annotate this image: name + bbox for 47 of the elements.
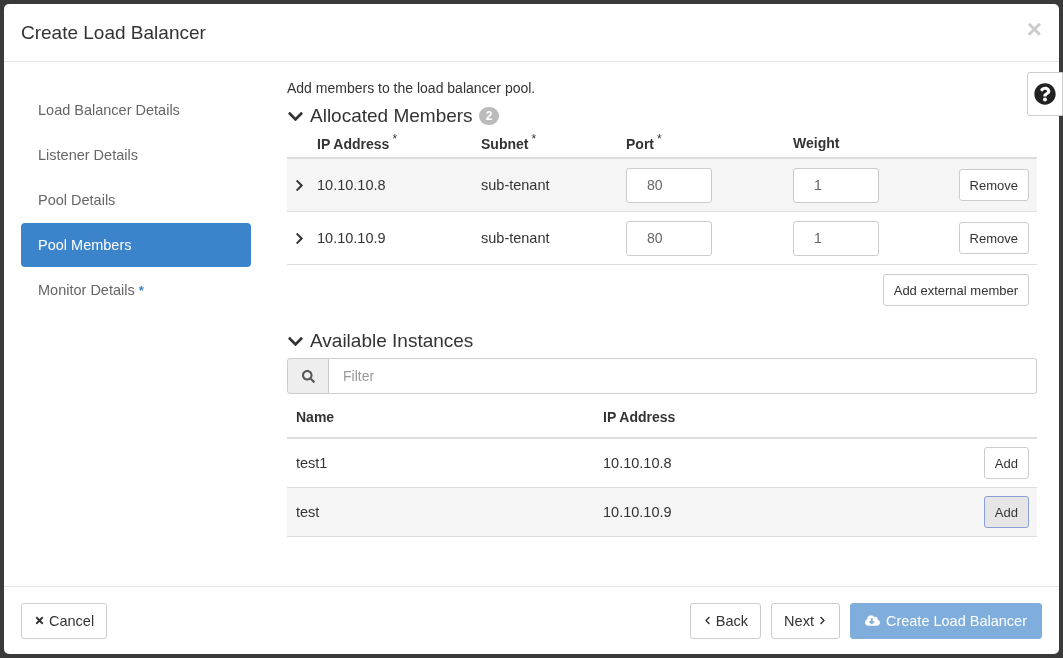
wizard-step[interactable]: Pool Members: [21, 223, 251, 267]
chevron-left-icon: [702, 616, 712, 625]
help-button[interactable]: [1027, 72, 1063, 116]
add-external-member-button[interactable]: Add external member: [882, 274, 1029, 306]
table-cell-text: 10.10.10.8: [603, 455, 673, 471]
required-mark: *: [138, 282, 144, 298]
wizard-step[interactable]: Pool Details: [21, 178, 251, 222]
table-cell-text: 10.10.10.9: [317, 230, 387, 246]
section-title: Available Instances: [310, 330, 474, 352]
chevron-right-icon: [817, 616, 827, 625]
close-icon: [34, 615, 45, 626]
add-button[interactable]: Add: [983, 447, 1029, 479]
table-cell-text: test: [296, 504, 321, 520]
port-field[interactable]: 80: [626, 167, 712, 203]
column-header: Subnet: [481, 136, 529, 153]
remove-button[interactable]: Remove: [958, 222, 1029, 254]
wizard-step[interactable]: Listener Details: [21, 133, 251, 177]
table-cell-text: test1: [296, 455, 329, 471]
weight-field[interactable]: 1: [793, 220, 879, 256]
column-header: Name: [296, 408, 336, 425]
weight-field[interactable]: 1: [793, 167, 879, 203]
help-icon: [1034, 83, 1056, 105]
port-field[interactable]: 80: [626, 220, 712, 256]
table-cell-text: 10.10.10.9: [603, 504, 673, 520]
back-button[interactable]: Back: [689, 602, 762, 639]
required-mark: *: [392, 132, 398, 147]
section-title: Allocated Members: [310, 105, 473, 127]
table-cell-text: sub-tenant: [481, 230, 551, 246]
search-icon: [287, 358, 329, 394]
column-header: Weight: [793, 135, 840, 151]
column-header: Port: [626, 136, 654, 153]
table-cell-text: sub-tenant: [481, 177, 551, 193]
dialog-title: Create Load Balancer: [21, 21, 206, 44]
required-mark: *: [657, 132, 662, 147]
intro-text: Add members to the load balancer pool.: [287, 80, 537, 96]
cloud-download-icon: [864, 613, 880, 628]
cancel-button[interactable]: Cancel: [21, 602, 108, 639]
column-header: IP Address: [317, 136, 390, 153]
count-badge: 2: [478, 107, 500, 125]
table-cell-text: 10.10.10.8: [317, 177, 387, 193]
wizard-step[interactable]: Load Balancer Details: [21, 88, 251, 132]
required-mark: *: [531, 132, 537, 147]
column-header: IP Address: [603, 408, 677, 425]
filter-field[interactable]: Filter: [329, 358, 1037, 394]
next-button[interactable]: Next: [771, 602, 840, 639]
remove-button[interactable]: Remove: [958, 169, 1029, 201]
add-button[interactable]: Add: [983, 496, 1029, 528]
